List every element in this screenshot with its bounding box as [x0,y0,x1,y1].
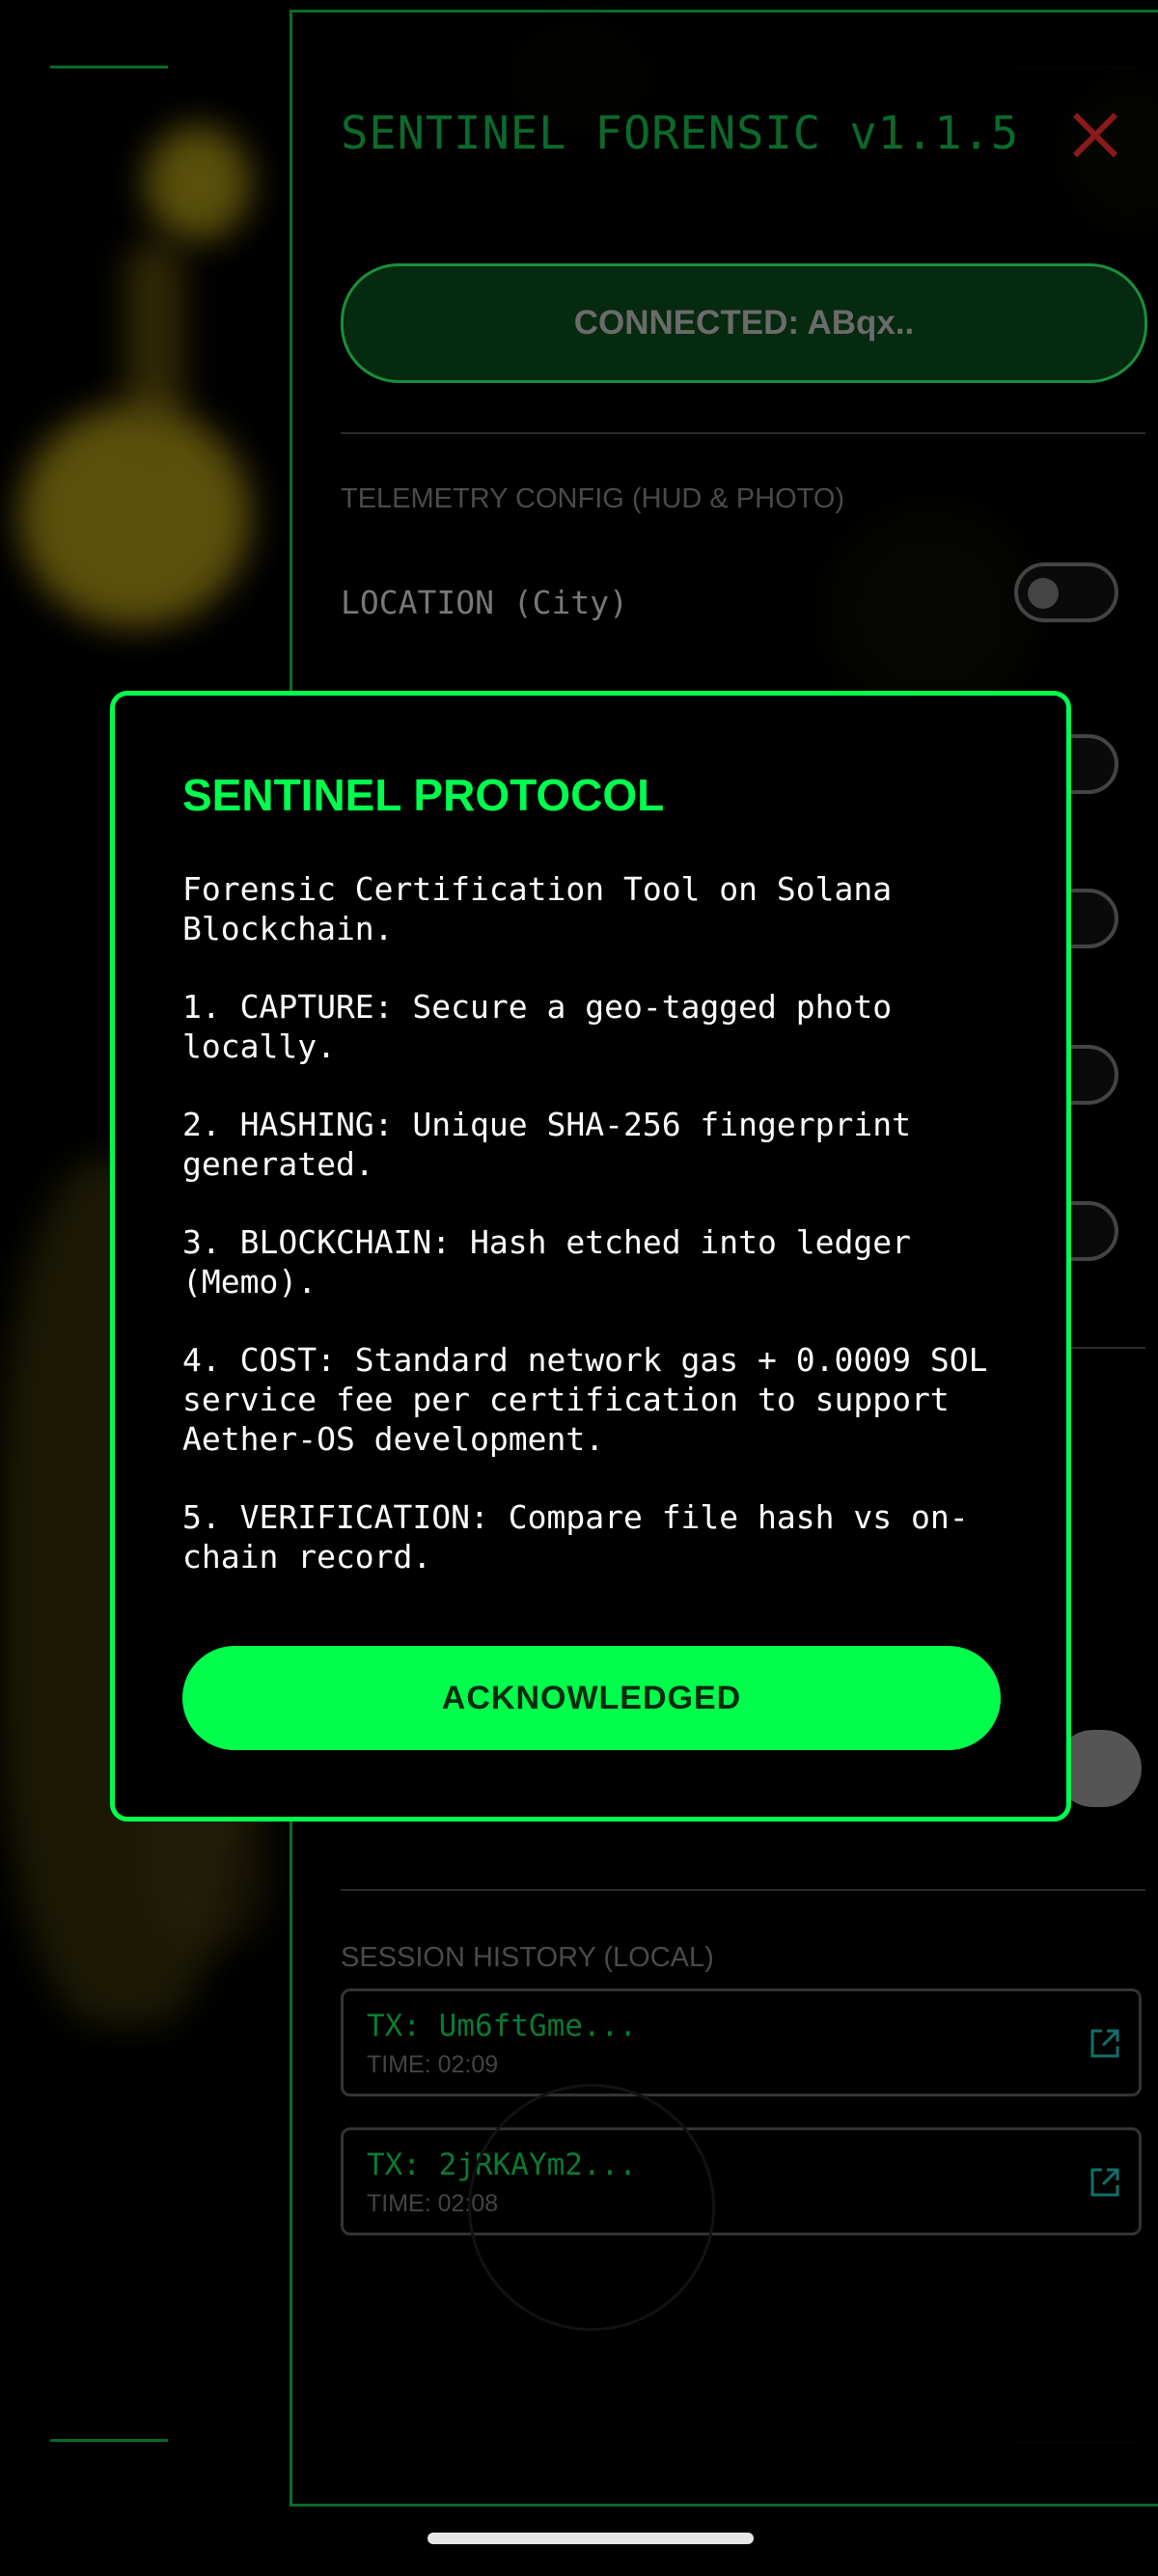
divider [341,1889,1145,1891]
external-link-icon[interactable] [1089,2166,1121,2199]
modal-body: Forensic Certification Tool on Solana Bl… [182,869,1012,1615]
home-indicator[interactable] [427,2533,754,2544]
history-item[interactable]: TX: Um6ftGme... TIME: 02:09 [341,1988,1142,2096]
location-toggle[interactable] [1014,562,1118,622]
location-toggle-label: LOCATION (City) [341,584,629,621]
divider [341,432,1145,434]
history-time: TIME: 02:09 [367,2051,499,2078]
modal-paragraph: 2. HASHING: Unique SHA-256 fingerprint g… [182,1106,911,1183]
acknowledged-button[interactable]: ACKNOWLEDGED [182,1646,1001,1750]
background-blur [145,125,251,241]
modal-paragraph: 4. COST: Standard network gas + 0.0009 S… [182,1341,988,1458]
hud-corner-top [50,66,168,69]
connected-wallet-label: CONNECTED: ABqx.. [573,304,915,342]
history-section-title: SESSION HISTORY (LOCAL) [341,1942,714,1973]
modal-paragraph: Forensic Certification Tool on Solana Bl… [182,870,893,947]
external-link-icon[interactable] [1089,2027,1121,2060]
telemetry-section-title: TELEMETRY CONFIG (HUD & PHOTO) [341,483,845,514]
protocol-modal: SENTINEL PROTOCOL Forensic Certification… [110,691,1071,1822]
connected-wallet-button[interactable]: CONNECTED: ABqx.. [341,263,1147,383]
background-blur [125,241,183,434]
background-blur [19,405,251,627]
modal-paragraph: 1. CAPTURE: Secure a geo-tagged photo lo… [182,988,893,1065]
history-item[interactable]: TX: 2jRKAYm2... TIME: 02:08 [341,2127,1142,2235]
panel-title: SENTINEL FORENSIC v1.1.5 [341,107,1020,160]
modal-paragraph: 3. BLOCKCHAIN: Hash etched into ledger (… [182,1223,911,1301]
fingerprint-icon [468,2084,715,2331]
hud-corner-bottom [50,2439,168,2442]
history-tx: TX: Um6ftGme... [367,2009,637,2043]
modal-title: SENTINEL PROTOCOL [182,770,665,820]
modal-paragraph: 5. VERIFICATION: Compare file hash vs on… [182,1498,969,1576]
close-icon[interactable] [1069,109,1121,161]
